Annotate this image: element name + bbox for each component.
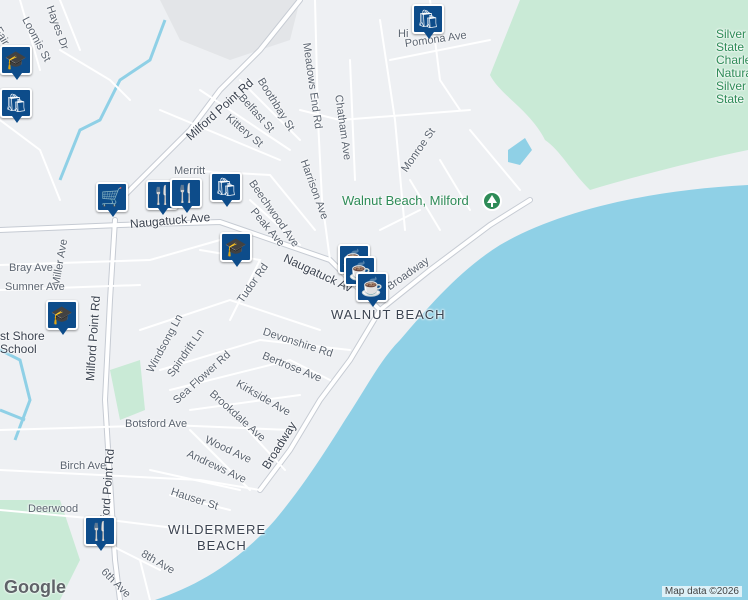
cafe-marker[interactable]: ☕ (356, 272, 388, 308)
street-label: Merritt (174, 165, 206, 177)
street-label: Botsford Ave (125, 418, 188, 430)
map-attribution[interactable]: Map data ©2026 (661, 586, 742, 597)
shopping-cart-marker[interactable]: 🛒 (96, 182, 128, 218)
shopping-marker[interactable]: 🛍 (412, 4, 444, 40)
graduation-cap-icon: 🎓 (220, 232, 252, 262)
street-label: Bray Ave (9, 262, 53, 274)
shopping-bag-icon: 🛍 (210, 172, 242, 202)
street-label: Hi (398, 28, 409, 40)
park-label-silver-sands: Silver State Charle Natura Silver State (716, 27, 748, 106)
school-marker[interactable]: 🎓 (46, 300, 78, 336)
graduation-cap-icon: 🎓 (46, 300, 78, 330)
street-label: Deerwood (28, 503, 79, 515)
school-label-east-shore: st Shore School (0, 329, 45, 356)
coffee-cup-icon: ☕ (356, 272, 388, 302)
shopping-marker[interactable]: 🛍 (210, 172, 242, 208)
street-label: Birch Ave (60, 460, 107, 472)
google-logo: Google (4, 577, 66, 597)
restaurant-marker[interactable]: 🍴 (170, 178, 202, 214)
street-label: Sumner Ave (5, 281, 65, 293)
park-pin[interactable] (482, 191, 502, 211)
shopping-cart-icon: 🛒 (96, 182, 128, 212)
area-label-walnut-beach: WALNUT BEACH (331, 307, 446, 322)
graduation-cap-icon: 🎓 (0, 45, 32, 75)
school-marker[interactable]: 🎓 (220, 232, 252, 268)
shopping-marker[interactable]: 🛍 (0, 88, 32, 124)
shopping-bag-icon: 🛍 (412, 4, 444, 34)
fork-knife-icon: 🍴 (84, 516, 116, 546)
poi-label-walnut-beach-milford[interactable]: Walnut Beach, Milford (342, 194, 469, 207)
school-marker[interactable]: 🎓 (0, 45, 32, 81)
restaurant-marker[interactable]: 🍴 (84, 516, 116, 552)
shopping-bag-icon: 🛍 (0, 88, 32, 118)
fork-knife-icon: 🍴 (170, 178, 202, 208)
area-label-wildermere: WILDERMERE (168, 522, 267, 537)
area-label-beach: BEACH (197, 538, 247, 553)
